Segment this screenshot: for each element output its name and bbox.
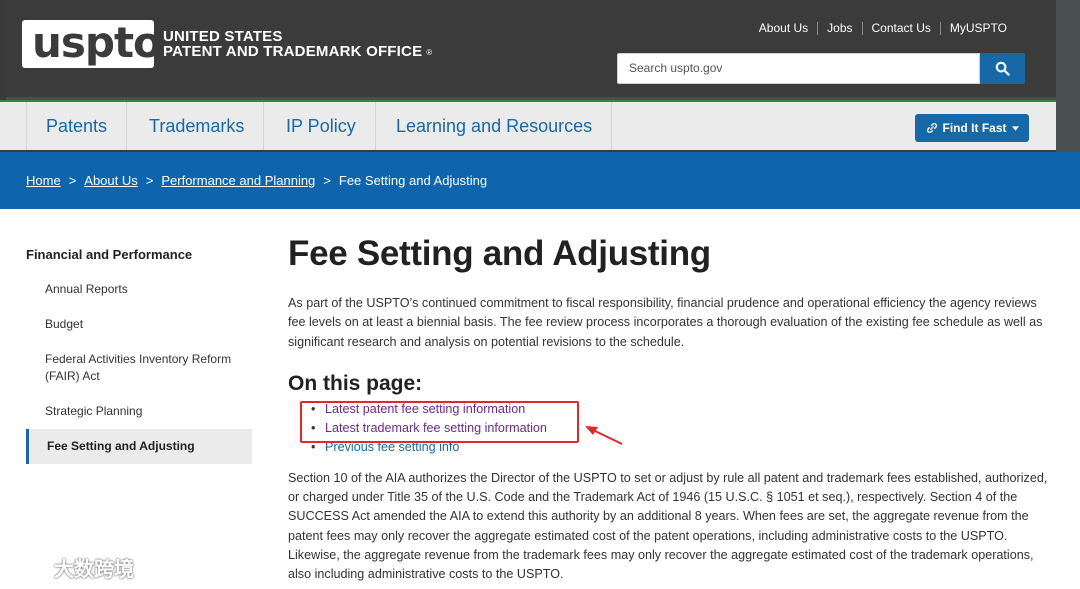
- watermark-logo-icon: [11, 560, 48, 576]
- uspto-logo[interactable]: uspto: [22, 18, 162, 68]
- logo-text: uspto: [32, 18, 162, 67]
- link-icon: [926, 123, 937, 133]
- nav-item-ip-policy[interactable]: IP Policy: [267, 102, 376, 150]
- window-edge-right: [1056, 0, 1080, 152]
- utility-nav: About Us Jobs Contact Us MyUSPTO: [750, 22, 1016, 35]
- utility-link-about-us[interactable]: About Us: [750, 22, 817, 35]
- utility-link-myuspto[interactable]: MyUSPTO: [939, 22, 1016, 35]
- breadcrumb-performance-and-planning[interactable]: Performance and Planning: [161, 173, 315, 188]
- registered-mark: ®: [426, 47, 433, 57]
- sidebar-item-budget[interactable]: Budget: [26, 307, 252, 342]
- watermark: 大数跨境: [10, 553, 134, 582]
- nav-spacer: [0, 102, 27, 150]
- breadcrumb-separator: >: [145, 173, 154, 188]
- agency-line-1: UNITED STATES: [163, 28, 283, 45]
- watermark-text: 大数跨境: [54, 559, 134, 581]
- annotation-arrow-icon: [585, 426, 623, 445]
- annotation-highlight-box: [300, 401, 579, 443]
- search-input[interactable]: Search uspto.gov: [617, 53, 980, 84]
- sidebar-heading[interactable]: Financial and Performance: [26, 238, 252, 272]
- nav-item-learning-and-resources[interactable]: Learning and Resources: [377, 102, 613, 150]
- main-nav: Patents Trademarks IP Policy Learning an…: [0, 100, 1056, 152]
- breadcrumb: Home > About Us > Performance and Planni…: [0, 152, 1080, 209]
- on-this-page-heading: On this page:: [288, 371, 423, 395]
- sidebar-item-fee-setting[interactable]: Fee Setting and Adjusting: [26, 429, 252, 464]
- body-paragraph: Section 10 of the AIA authorizes the Dir…: [288, 470, 1048, 582]
- breadcrumb-separator: >: [323, 173, 331, 188]
- site-header: uspto UNITED STATES PATENT AND TRADEMARK…: [6, 0, 1056, 100]
- sidebar-item-annual-reports[interactable]: Annual Reports: [26, 272, 252, 307]
- sidebar-nav: Financial and Performance Annual Reports…: [26, 238, 252, 464]
- page-title: Fee Setting and Adjusting: [288, 234, 711, 273]
- search-icon: [995, 61, 1010, 76]
- breadcrumb-current: Fee Setting and Adjusting: [338, 173, 488, 188]
- search-button[interactable]: [980, 53, 1025, 84]
- breadcrumb-separator: >: [68, 173, 77, 188]
- caret-down-icon: [1011, 125, 1019, 131]
- utility-link-contact-us[interactable]: Contact Us: [861, 22, 940, 35]
- find-it-fast-label: Find It Fast: [942, 121, 1007, 135]
- nav-item-trademarks[interactable]: Trademarks: [130, 102, 265, 150]
- sidebar-item-fair-act[interactable]: Federal Activities Inventory Reform (FAI…: [26, 342, 252, 394]
- agency-line-2: PATENT AND TRADEMARK OFFICE: [163, 43, 423, 60]
- breadcrumb-home[interactable]: Home: [26, 173, 61, 188]
- intro-paragraph: As part of the USPTO’s continued commitm…: [288, 296, 1043, 349]
- breadcrumb-about-us[interactable]: About Us: [84, 173, 137, 188]
- find-it-fast-button[interactable]: Find It Fast: [915, 114, 1029, 142]
- sidebar-item-strategic-planning[interactable]: Strategic Planning: [26, 394, 252, 429]
- agency-name[interactable]: UNITED STATES PATENT AND TRADEMARK OFFIC…: [163, 29, 432, 60]
- nav-item-patents[interactable]: Patents: [27, 102, 128, 150]
- utility-link-jobs[interactable]: Jobs: [817, 22, 861, 35]
